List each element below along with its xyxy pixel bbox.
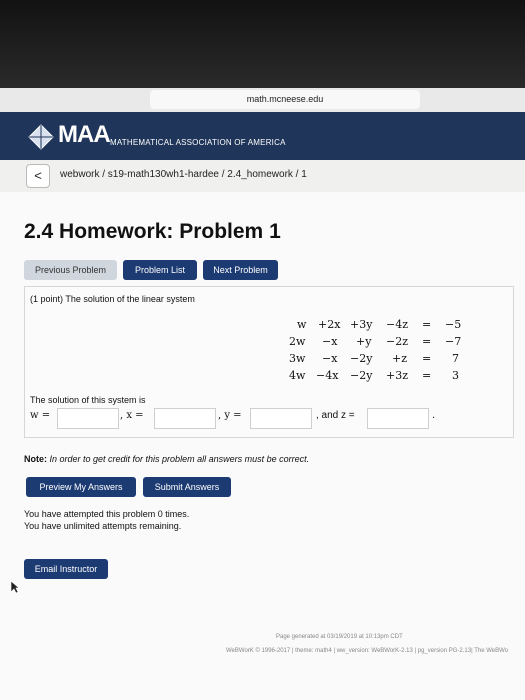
- back-button[interactable]: <: [26, 164, 50, 188]
- system-term: w: [297, 318, 307, 331]
- attempts-made: You have attempted this problem 0 times.: [24, 509, 190, 519]
- system-term: 7: [452, 352, 459, 365]
- system-term: =: [422, 335, 432, 348]
- camera-dark-top: [0, 0, 525, 88]
- problem-statement: (1 point) The solution of the linear sys…: [30, 294, 195, 304]
- system-term: +z: [392, 352, 408, 365]
- browser-url-bar: math.mcneese.edu: [0, 88, 525, 113]
- system-term: +y: [356, 335, 372, 348]
- system-term: =: [422, 352, 432, 365]
- system-term: −2y: [350, 352, 373, 365]
- solution-intro: The solution of this system is: [30, 395, 146, 405]
- y-label: , y =: [218, 410, 242, 421]
- z-answer-input[interactable]: [367, 408, 429, 429]
- note-text: Note: In order to get credit for this pr…: [24, 454, 309, 464]
- z-label: , and z =: [316, 410, 355, 421]
- system-term: +2x: [318, 318, 341, 331]
- mouse-cursor-icon: [10, 580, 20, 594]
- attempts-remaining: You have unlimited attempts remaining.: [24, 521, 182, 531]
- system-term: −4z: [386, 318, 409, 331]
- system-term: −2z: [386, 335, 409, 348]
- system-term: =: [422, 369, 432, 382]
- problem-list-button[interactable]: Problem List: [123, 260, 197, 280]
- footer-generated: Page generated at 03/19/2019 at 10:13pm …: [276, 634, 403, 640]
- answer-end-period: .: [432, 410, 436, 421]
- system-term: −4x: [316, 369, 339, 382]
- system-term: −x: [322, 335, 338, 348]
- system-term: +3z: [386, 369, 409, 382]
- system-term: −5: [445, 318, 462, 331]
- w-answer-input[interactable]: [57, 408, 119, 429]
- w-label: w =: [30, 410, 51, 421]
- maa-org-name: MATHEMATICAL ASSOCIATION OF AMERICA: [110, 138, 286, 147]
- next-problem-button[interactable]: Next Problem: [203, 260, 278, 280]
- note-label: Note:: [24, 454, 47, 464]
- system-term: 2w: [289, 335, 306, 348]
- previous-problem-button[interactable]: Previous Problem: [24, 260, 117, 280]
- breadcrumb[interactable]: webwork / s19-math130wh1-hardee / 2.4_ho…: [60, 169, 307, 180]
- y-answer-input[interactable]: [250, 408, 312, 429]
- attempt-status: You have attempted this problem 0 times.…: [24, 508, 189, 532]
- footer-copyright: WeBWorK © 1996-2017 | theme: math4 | ww_…: [226, 648, 509, 654]
- x-label: , x =: [120, 410, 144, 421]
- system-term: 3: [452, 369, 459, 382]
- x-answer-input[interactable]: [154, 408, 216, 429]
- maa-logo-text: MAA: [58, 121, 111, 148]
- email-instructor-button[interactable]: Email Instructor: [24, 559, 108, 579]
- system-term: 4w: [289, 369, 306, 382]
- system-term: −x: [322, 352, 338, 365]
- system-term: +3y: [350, 318, 373, 331]
- system-term: −7: [445, 335, 462, 348]
- system-term: =: [422, 318, 432, 331]
- url-field[interactable]: math.mcneese.edu: [150, 90, 420, 109]
- preview-answers-button[interactable]: Preview My Answers: [26, 477, 136, 497]
- submit-answers-button[interactable]: Submit Answers: [143, 477, 231, 497]
- note-body: In order to get credit for this problem …: [47, 454, 310, 464]
- page-title: 2.4 Homework: Problem 1: [24, 220, 281, 243]
- maa-logo-icon: [28, 124, 54, 150]
- system-term: −2y: [350, 369, 373, 382]
- system-term: 3w: [289, 352, 306, 365]
